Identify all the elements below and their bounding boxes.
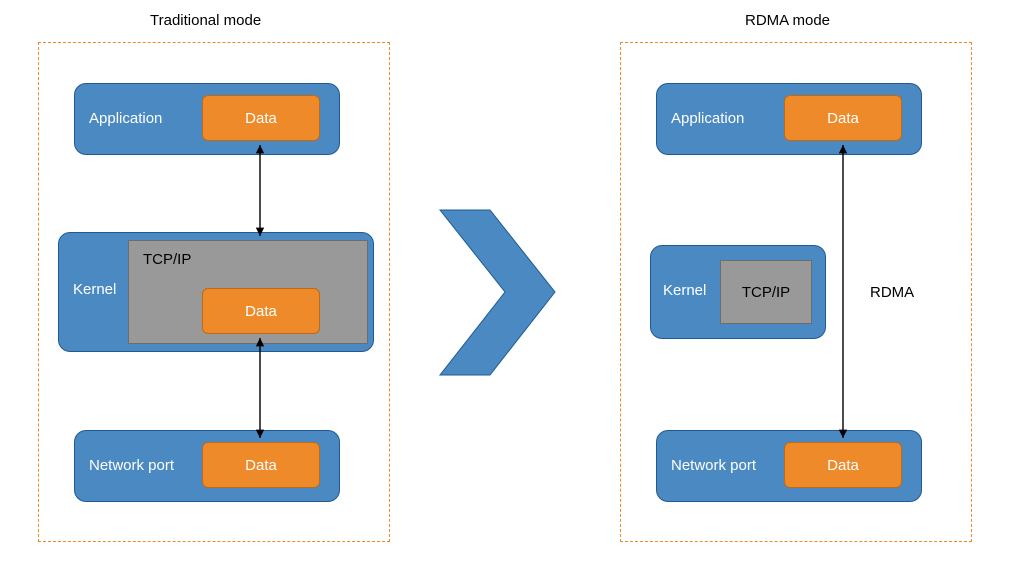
rdma-application-data: Data <box>784 95 902 141</box>
data-label: Data <box>827 110 859 127</box>
traditional-kernel-data: Data <box>202 288 320 334</box>
kernel-label: Kernel <box>663 282 706 299</box>
data-label: Data <box>827 457 859 474</box>
rdma-tcpip-box: TCP/IP <box>720 260 812 324</box>
data-label: Data <box>245 303 277 320</box>
networkport-label: Network port <box>671 457 756 474</box>
data-label: Data <box>245 457 277 474</box>
title-rdma: RDMA mode <box>745 12 830 29</box>
networkport-label: Network port <box>89 457 174 474</box>
traditional-application-data: Data <box>202 95 320 141</box>
rdma-text-label: RDMA <box>870 284 914 301</box>
tcpip-label: TCP/IP <box>742 284 790 301</box>
traditional-networkport-data: Data <box>202 442 320 488</box>
application-label: Application <box>89 110 162 127</box>
application-label: Application <box>671 110 744 127</box>
tcpip-label: TCP/IP <box>143 251 191 268</box>
rdma-networkport-data: Data <box>784 442 902 488</box>
kernel-label: Kernel <box>73 281 116 298</box>
data-label: Data <box>245 110 277 127</box>
title-traditional: Traditional mode <box>150 12 261 29</box>
